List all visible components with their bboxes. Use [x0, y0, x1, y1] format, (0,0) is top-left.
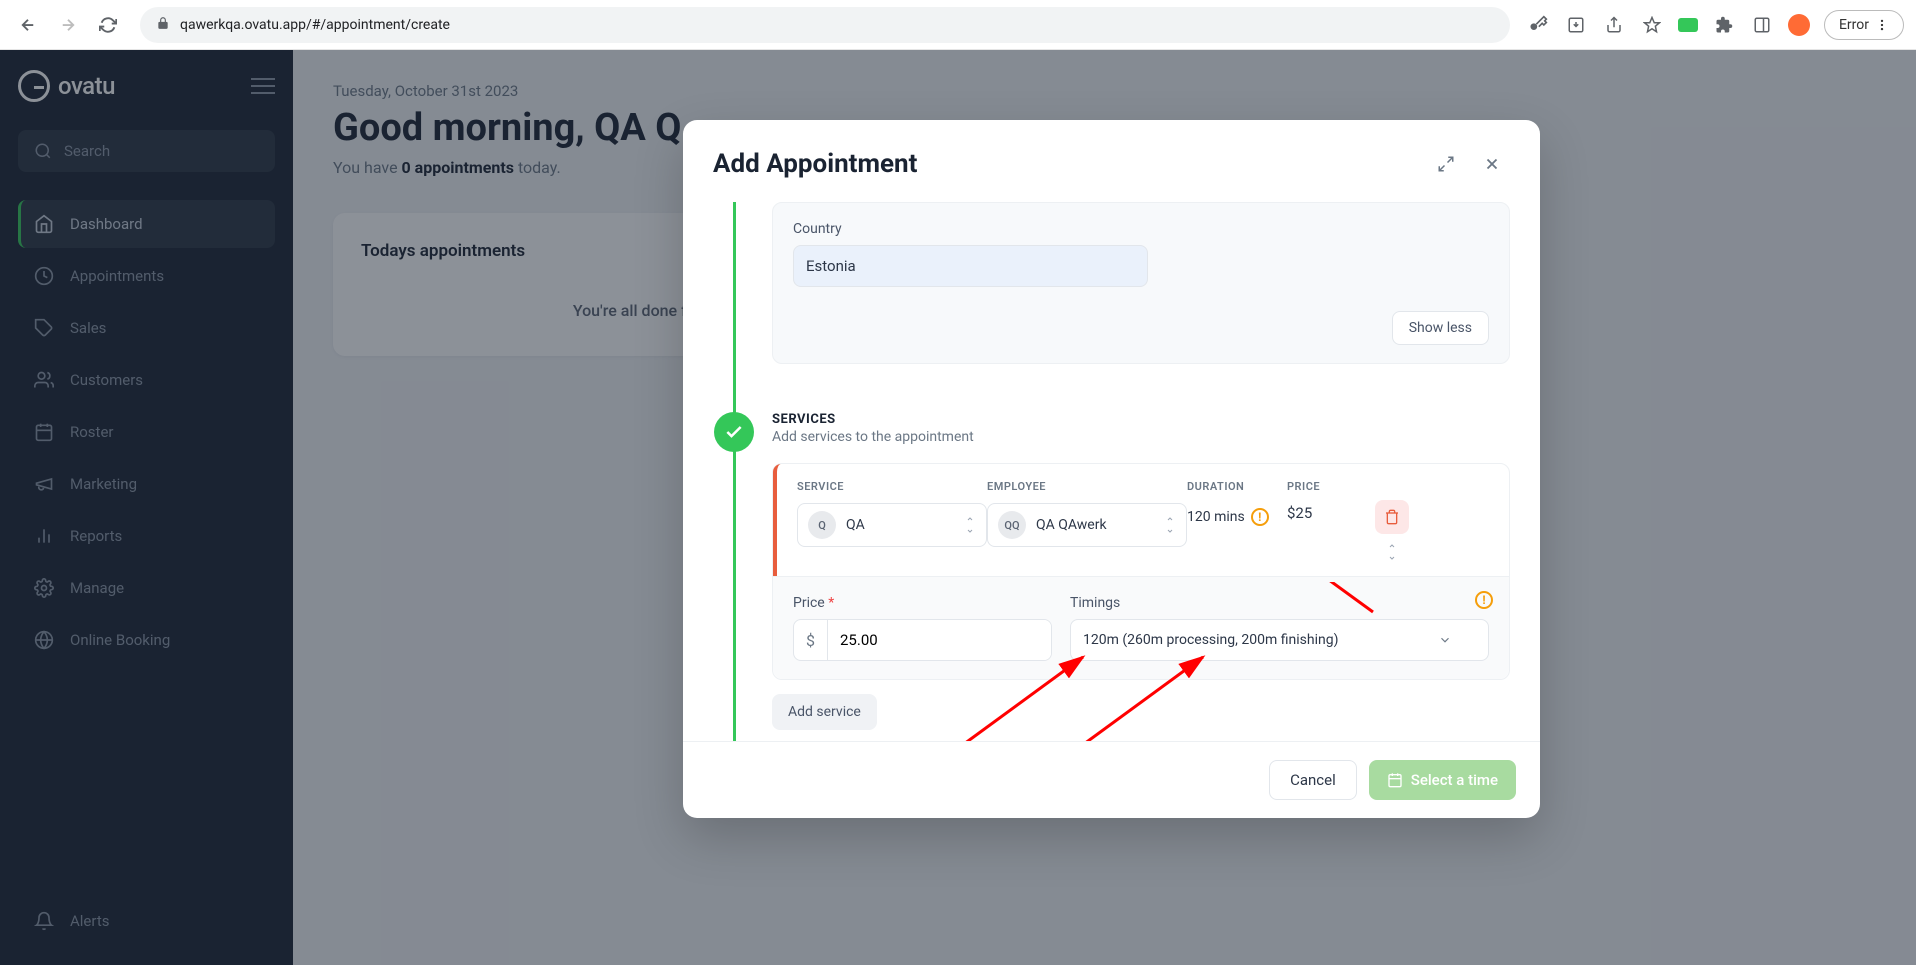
lock-icon — [156, 15, 170, 34]
country-label: Country — [793, 221, 1489, 237]
key-icon[interactable] — [1526, 13, 1550, 37]
browser-right-toolbar: Error — [1526, 10, 1904, 40]
price-input[interactable] — [828, 620, 1051, 660]
employee-badge: QQ — [998, 511, 1026, 539]
timings-value: 120m (260m processing, 200m finishing) — [1083, 632, 1338, 648]
services-heading: SERVICES — [772, 412, 1510, 427]
price-group: Price * $ — [793, 595, 1052, 661]
chevron-updown-icon — [964, 517, 976, 533]
service-row: SERVICE Q QA EMPLOYEE QQ QA QAwerk — [773, 464, 1509, 576]
bookmark-icon[interactable] — [1640, 13, 1664, 37]
browser-toolbar: qawerkqa.ovatu.app/#/appointment/create … — [0, 0, 1916, 50]
modal-body: Country Show less SERVICES Add services … — [683, 202, 1540, 741]
employee-selector[interactable]: QQ QA QAwerk — [987, 503, 1187, 547]
col-head-price: PRICE — [1287, 480, 1320, 493]
warning-icon: ! — [1251, 508, 1269, 526]
modal-header: Add Appointment — [683, 120, 1540, 202]
price-value: $25 — [1287, 504, 1347, 522]
chevron-updown-icon — [1164, 517, 1176, 533]
service-card: SERVICE Q QA EMPLOYEE QQ QA QAwerk — [772, 463, 1510, 680]
step-check-icon — [714, 412, 754, 452]
modal-title: Add Appointment — [713, 149, 917, 179]
modal-footer: Cancel Select a time — [683, 741, 1540, 818]
col-price: PRICE $25 — [1287, 480, 1347, 560]
price-input-wrap: $ — [793, 619, 1052, 661]
employee-name: QA QAwerk — [1036, 517, 1154, 533]
col-service: SERVICE Q QA — [777, 480, 987, 560]
error-label: Error — [1839, 17, 1869, 33]
service-selector[interactable]: Q QA — [797, 503, 987, 547]
step-services: SERVICES Add services to the appointment… — [733, 402, 1510, 741]
service-detail: Price * $ Timings 120m (260m processing,… — [773, 576, 1509, 679]
select-time-label: Select a time — [1411, 771, 1498, 789]
col-actions — [1347, 480, 1437, 560]
modal-actions — [1428, 146, 1510, 182]
cancel-button[interactable]: Cancel — [1269, 760, 1357, 800]
reorder-button[interactable] — [1386, 544, 1398, 560]
profile-icon[interactable] — [1788, 14, 1810, 36]
col-duration: DURATION 120 mins! — [1187, 480, 1287, 560]
warning-icon: ! — [1475, 591, 1493, 609]
reload-button[interactable] — [92, 9, 124, 41]
show-less-button[interactable]: Show less — [1392, 311, 1489, 345]
service-name: QA — [846, 517, 954, 533]
close-button[interactable] — [1474, 146, 1510, 182]
delete-button[interactable] — [1375, 500, 1409, 534]
install-icon[interactable] — [1564, 13, 1588, 37]
url-text: qawerkqa.ovatu.app/#/appointment/create — [180, 17, 450, 33]
services-sub: Add services to the appointment — [772, 429, 1510, 445]
add-appointment-modal: Add Appointment Country Show less SERVIC… — [683, 120, 1540, 818]
select-time-button[interactable]: Select a time — [1369, 760, 1516, 800]
share-icon[interactable] — [1602, 13, 1626, 37]
timings-label: Timings — [1070, 595, 1489, 611]
back-button[interactable] — [12, 9, 44, 41]
col-employee: EMPLOYEE QQ QA QAwerk — [987, 480, 1187, 560]
service-badge: Q — [808, 511, 836, 539]
error-button[interactable]: Error — [1824, 10, 1904, 40]
col-head-duration: DURATION — [1187, 480, 1244, 493]
video-extension-icon[interactable] — [1678, 18, 1698, 32]
forward-button[interactable] — [52, 9, 84, 41]
calendar-icon — [1387, 772, 1403, 788]
country-input[interactable] — [793, 245, 1148, 287]
add-service-button[interactable]: Add service — [772, 694, 877, 730]
currency-symbol: $ — [794, 620, 828, 660]
timings-input[interactable]: 120m (260m processing, 200m finishing) — [1070, 619, 1489, 661]
extensions-icon[interactable] — [1712, 13, 1736, 37]
price-label: Price * — [793, 595, 1052, 611]
app-root: ovatu Search Dashboard Appointments Sale… — [0, 50, 1916, 965]
chevron-down-icon — [1438, 633, 1452, 647]
sidepanel-icon[interactable] — [1750, 13, 1774, 37]
duration-value: 120 mins! — [1187, 508, 1287, 526]
timings-group: Timings 120m (260m processing, 200m fini… — [1070, 595, 1489, 661]
col-head-employee: EMPLOYEE — [987, 480, 1187, 493]
step-customer: Country Show less — [733, 202, 1510, 402]
col-head-service: SERVICE — [797, 480, 987, 493]
expand-button[interactable] — [1428, 146, 1464, 182]
url-bar[interactable]: qawerkqa.ovatu.app/#/appointment/create — [140, 7, 1510, 43]
customer-card: Country Show less — [772, 202, 1510, 364]
